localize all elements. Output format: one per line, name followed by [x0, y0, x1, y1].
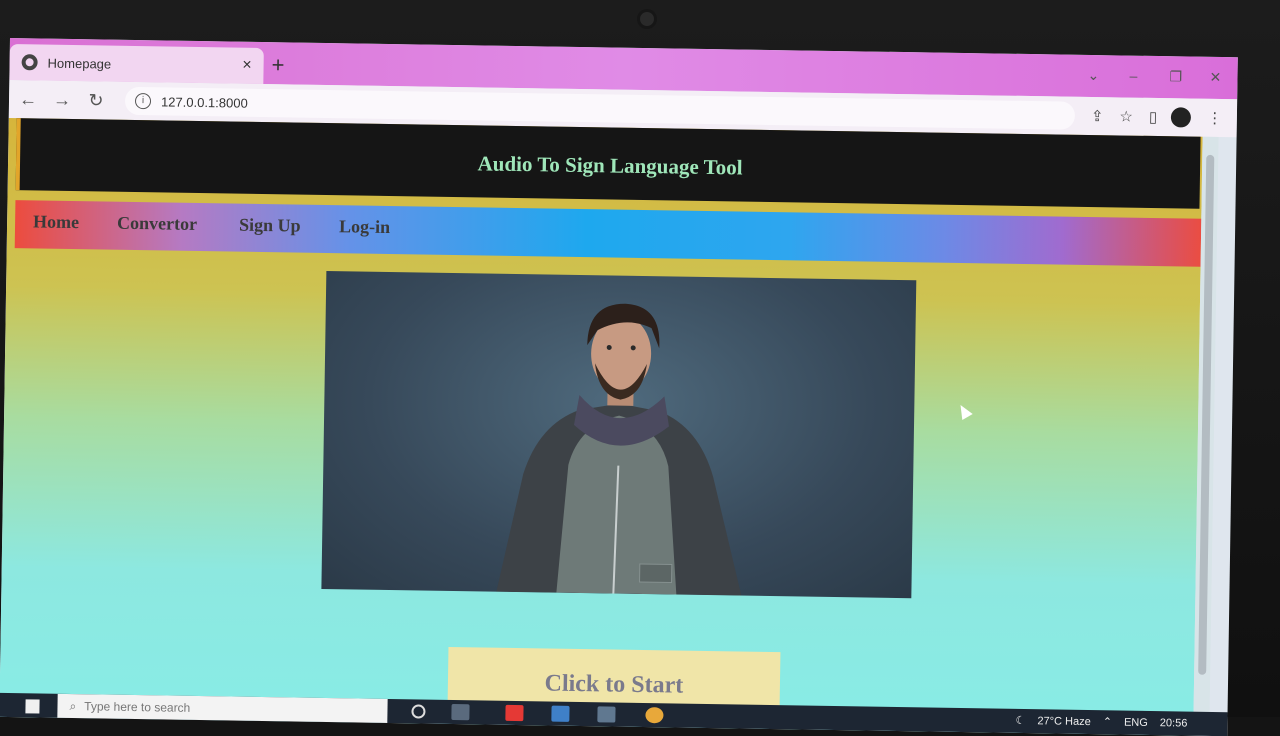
back-button[interactable]: ←: [13, 89, 43, 110]
taskbar-search-input[interactable]: ⌕ Type here to search: [57, 693, 388, 724]
close-tab-icon[interactable]: ×: [242, 57, 252, 75]
chevron-up-icon[interactable]: ⌃: [1103, 715, 1112, 728]
chrome-icon[interactable]: [645, 707, 664, 724]
search-placeholder: Type here to search: [84, 699, 191, 715]
site-title: Audio To Sign Language Tool: [477, 151, 743, 180]
file-explorer-icon[interactable]: [551, 705, 570, 722]
web-page: Audio To Sign Language Tool Home Convert…: [0, 117, 1203, 736]
nav-convertor[interactable]: Convertor: [117, 213, 197, 235]
side-panel-icon[interactable]: ▯: [1149, 108, 1158, 126]
webcam: [640, 12, 654, 26]
new-tab-button[interactable]: +: [271, 52, 284, 78]
url-text: 127.0.0.1:8000: [160, 93, 248, 111]
language-indicator[interactable]: ENG: [1124, 716, 1148, 728]
forward-button[interactable]: →: [47, 89, 77, 110]
avatar-figure: [496, 303, 742, 596]
tab-search-icon[interactable]: ⌄: [1087, 67, 1099, 84]
browser-tab[interactable]: Homepage ×: [9, 43, 264, 84]
close-window-icon[interactable]: ✕: [1209, 69, 1221, 86]
globe-icon: [21, 54, 38, 71]
profile-avatar[interactable]: [1171, 107, 1192, 128]
windows-start-icon[interactable]: [25, 699, 40, 714]
cortana-icon[interactable]: [411, 704, 426, 719]
site-nav: Home Convertor Sign Up Log-in: [14, 200, 1203, 267]
app-window-icon[interactable]: [597, 706, 616, 723]
youtube-app-icon[interactable]: [505, 704, 524, 722]
site-info-icon[interactable]: i: [134, 92, 152, 110]
clock-time[interactable]: 20:56: [1160, 717, 1188, 729]
share-icon[interactable]: ⇪: [1091, 107, 1104, 125]
avatar-video[interactable]: [321, 270, 917, 599]
minimize-icon[interactable]: –: [1129, 68, 1137, 84]
bookmark-star-icon[interactable]: ☆: [1119, 107, 1133, 125]
search-icon: ⌕: [69, 698, 77, 713]
nav-home[interactable]: Home: [33, 211, 79, 233]
screen: Homepage × + ⌄ – ❐ ✕ ← → ↻ i 127.0.0.1:8…: [0, 38, 1238, 736]
nav-sign-up[interactable]: Sign Up: [239, 215, 301, 237]
nav-log-in[interactable]: Log-in: [339, 216, 390, 238]
moon-weather-icon: ☾: [1015, 714, 1026, 728]
task-view-icon[interactable]: [451, 704, 470, 721]
reload-button[interactable]: ↻: [81, 90, 111, 111]
menu-dots-icon[interactable]: ⋮: [1207, 109, 1222, 127]
tab-title: Homepage: [47, 55, 112, 72]
system-tray: ☾ 27°C Haze ⌃ ENG 20:56: [1016, 714, 1188, 730]
scrollbar-thumb[interactable]: [1198, 154, 1215, 675]
restore-icon[interactable]: ❐: [1169, 68, 1182, 85]
